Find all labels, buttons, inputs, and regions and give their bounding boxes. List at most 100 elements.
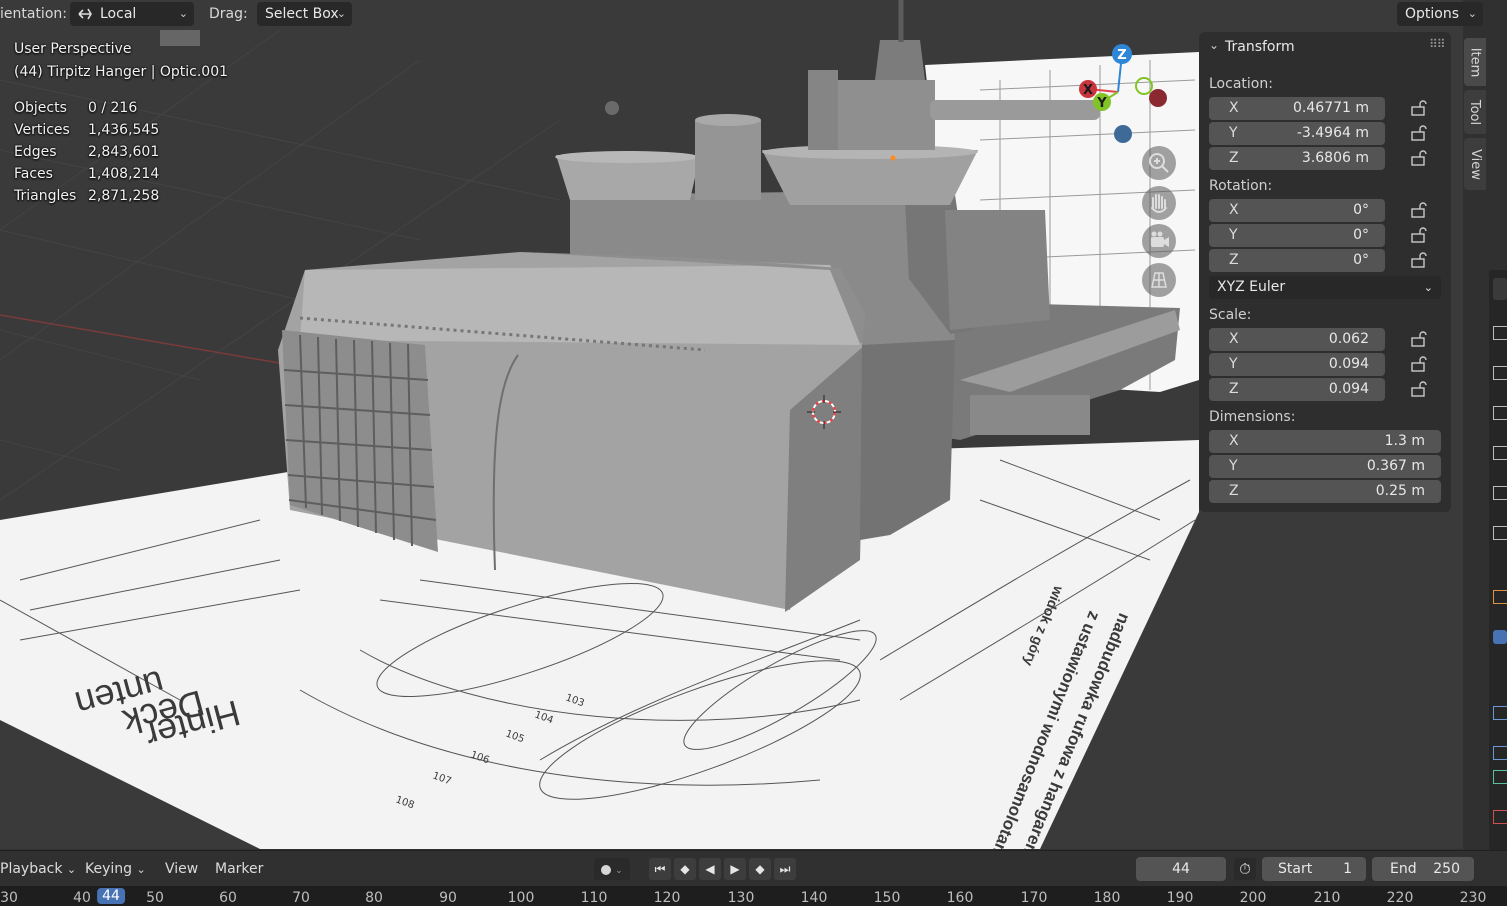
scale-z-field[interactable]: Z 0.094 (1209, 378, 1385, 401)
lock-scale-z-icon[interactable] (1411, 381, 1429, 397)
projection-toggle-button[interactable] (1142, 263, 1176, 297)
stat-label: Triangles (14, 188, 77, 204)
rotation-mode-dropdown[interactable]: XYZ Euler ⌄ (1209, 276, 1441, 299)
end-value: 250 (1433, 861, 1460, 877)
location-z-field[interactable]: Z 3.6806 m (1209, 147, 1385, 170)
orientation-dropdown[interactable]: Local ⌄ (70, 2, 194, 26)
physics-icon[interactable] (1493, 706, 1507, 720)
next-keyframe-icon: ◆ (755, 862, 765, 876)
chevron-down-icon: ⌄ (1467, 7, 1477, 20)
scale-label: Scale: (1209, 307, 1252, 323)
keying-menu[interactable]: Keying ⌄ (85, 857, 146, 881)
scale-x-field[interactable]: X 0.062 (1209, 328, 1385, 351)
lock-location-z-icon[interactable] (1411, 150, 1429, 166)
modifier-icon[interactable] (1493, 630, 1507, 644)
location-y-field[interactable]: Y -3.4964 m (1209, 122, 1385, 145)
start-value: 1 (1343, 861, 1352, 877)
lock-rotation-z-icon[interactable] (1411, 252, 1429, 268)
chevron-down-icon: ⌄ (1423, 281, 1433, 294)
gizmo-x-label: X (1083, 83, 1093, 98)
jump-to-keyframe-forward-button[interactable]: ◆ (749, 858, 771, 880)
output-icon[interactable] (1493, 406, 1507, 420)
current-frame-indicator[interactable]: 44 (97, 888, 125, 904)
frame-tick: 190 (1166, 890, 1194, 906)
axis-label: Y (1229, 356, 1238, 372)
start-label: Start (1278, 861, 1313, 877)
camera-view-button[interactable] (1142, 224, 1176, 258)
options-dropdown[interactable]: Options ⌄ (1397, 2, 1483, 26)
stat-label: Faces (14, 166, 53, 182)
tab-item[interactable]: Item (1464, 38, 1486, 86)
tab-label: Tool (1467, 99, 1483, 125)
location-x-field[interactable]: X 0.46771 m (1209, 97, 1385, 120)
start-frame-field[interactable]: Start 1 (1262, 857, 1366, 881)
lock-location-y-icon[interactable] (1411, 125, 1429, 141)
tab-tool[interactable]: Tool (1464, 90, 1486, 134)
auto-keying-button[interactable]: ⌄ (594, 858, 630, 880)
end-label: End (1390, 861, 1417, 877)
lock-scale-y-icon[interactable] (1411, 356, 1429, 372)
tab-view[interactable]: View (1464, 138, 1486, 190)
timeline-ruler[interactable]: 30 40 44 50 60 70 80 90 100 110 120 130 … (0, 886, 1507, 906)
chevron-down-icon: ⌄ (615, 866, 623, 876)
jump-to-start-button[interactable]: ⏮ (649, 858, 671, 880)
lock-rotation-y-icon[interactable] (1411, 227, 1429, 243)
properties-tab-icon[interactable] (1493, 278, 1507, 300)
collapse-chevron-icon[interactable]: ⌄ (1209, 38, 1219, 52)
panel-title[interactable]: Transform (1225, 39, 1295, 55)
end-frame-field[interactable]: End 250 (1372, 857, 1474, 881)
stat-label: Edges (14, 144, 57, 160)
field-value: -3.4964 m (1296, 125, 1369, 141)
pan-button[interactable] (1142, 186, 1176, 220)
jump-to-keyframe-back-button[interactable]: ◆ (674, 858, 696, 880)
scene-icon[interactable] (1493, 486, 1507, 500)
jump-end-icon: ⏭ (779, 862, 791, 876)
frame-tick: 210 (1313, 890, 1341, 906)
preview-range-button[interactable]: ⏱ (1234, 858, 1256, 880)
orientation-value: Local (100, 6, 137, 22)
axis-label: Y (1229, 458, 1238, 474)
play-reverse-button[interactable]: ◀ (699, 858, 721, 880)
scale-y-field[interactable]: Y 0.094 (1209, 353, 1385, 376)
field-value: 0.367 m (1366, 458, 1425, 474)
playback-menu[interactable]: Playback ⌄ (0, 857, 76, 881)
data-icon[interactable] (1493, 770, 1507, 784)
render-icon[interactable] (1493, 366, 1507, 380)
jump-to-end-button[interactable]: ⏭ (774, 858, 796, 880)
chevron-down-icon: ⌄ (178, 7, 188, 20)
constraints-icon[interactable] (1493, 746, 1507, 760)
axis-label: Z (1229, 483, 1239, 499)
rotation-x-field[interactable]: X 0° (1209, 199, 1385, 222)
current-frame-field[interactable]: 44 (1136, 857, 1226, 881)
lock-rotation-x-icon[interactable] (1411, 202, 1429, 218)
frame-tick: 160 (946, 890, 974, 906)
tool-settings-icon[interactable] (1493, 326, 1507, 340)
drag-dropdown[interactable]: Select Box ⌄ (257, 2, 352, 26)
rotation-z-field[interactable]: Z 0° (1209, 249, 1385, 272)
stopwatch-icon: ⏱ (1239, 860, 1251, 878)
world-icon[interactable] (1493, 526, 1507, 540)
dimensions-z-field[interactable]: Z 0.25 m (1209, 480, 1441, 503)
field-value: 0.46771 m (1293, 100, 1369, 116)
transform-orientation-icon (78, 8, 92, 20)
rotation-mode-value: XYZ Euler (1217, 279, 1286, 295)
marker-menu[interactable]: Marker (215, 857, 263, 881)
view-layer-icon[interactable] (1493, 446, 1507, 460)
prev-keyframe-icon: ◆ (680, 862, 690, 876)
lock-location-x-icon[interactable] (1411, 100, 1429, 116)
frame-tick: 50 (146, 890, 164, 906)
dimensions-y-field[interactable]: Y 0.367 m (1209, 455, 1441, 478)
zoom-button[interactable] (1142, 146, 1176, 180)
gizmo-neg-z-axis[interactable] (1114, 125, 1132, 143)
view-menu[interactable]: View (165, 857, 198, 881)
object-icon[interactable] (1493, 590, 1507, 604)
dimensions-x-field[interactable]: X 1.3 m (1209, 430, 1441, 453)
gizmo-neg-x-axis[interactable] (1149, 89, 1167, 107)
frame-tick: 130 (727, 890, 755, 906)
lock-scale-x-icon[interactable] (1411, 331, 1429, 347)
hand-icon (1151, 194, 1167, 213)
play-button[interactable]: ▶ (724, 858, 746, 880)
material-icon[interactable] (1493, 810, 1507, 824)
drag-handle-icon[interactable]: ⠿⠿ (1429, 37, 1446, 51)
rotation-y-field[interactable]: Y 0° (1209, 224, 1385, 247)
